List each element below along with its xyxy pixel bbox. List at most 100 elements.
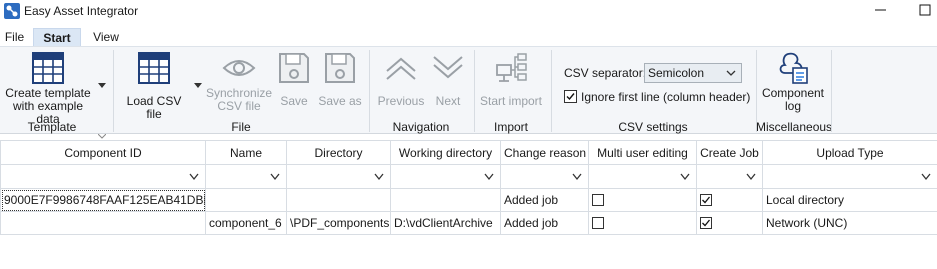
ribbon-divider (474, 50, 475, 132)
ignore-first-line-checkbox[interactable]: Ignore first line (column header) (564, 90, 750, 104)
filter-cell[interactable] (588, 164, 697, 189)
cell-create-job[interactable] (696, 211, 763, 235)
column-header-component-id[interactable]: Component ID (0, 140, 206, 165)
app-logo-icon (4, 3, 20, 19)
save-button[interactable]: Save (276, 51, 312, 108)
column-header-change-reason[interactable]: Change reason (500, 140, 589, 165)
start-import-button[interactable]: Start import (478, 51, 544, 108)
tab-file[interactable]: File (0, 28, 29, 47)
filter-cell[interactable] (390, 164, 501, 189)
create-job-checkbox[interactable] (700, 217, 712, 229)
column-header-multi-user-editing[interactable]: Multi user editing (588, 140, 697, 165)
minimize-icon[interactable] (873, 2, 889, 18)
ribbon-tab-bar: File Start View (0, 28, 937, 47)
save-as-button[interactable]: Save as (318, 51, 362, 108)
checkbox-box[interactable] (564, 90, 577, 103)
ribbon: Create template with example data Templa… (0, 46, 937, 134)
filter-chevron-icon[interactable] (189, 173, 199, 181)
group-label-import: Import (493, 120, 528, 134)
column-header-working-directory[interactable]: Working directory (390, 140, 501, 165)
multi-user-checkbox[interactable] (592, 194, 604, 206)
filter-row (0, 164, 937, 189)
group-label-miscellaneous: Miscellaneous (756, 120, 833, 134)
cell-directory[interactable] (286, 188, 391, 212)
title-bar: Easy Asset Integrator (0, 0, 937, 23)
filter-chevron-icon[interactable] (921, 173, 931, 181)
component-log-label-2: log (784, 99, 801, 113)
floppy-disk-icon (325, 53, 355, 83)
load-csv-dropdown-icon[interactable] (194, 83, 202, 88)
next-button[interactable]: Next (428, 51, 468, 108)
window-title: Easy Asset Integrator (24, 4, 139, 18)
previous-label: Previous (377, 94, 425, 108)
components-table: Component ID Name Directory Working dire… (0, 140, 937, 235)
filter-cell[interactable] (286, 164, 391, 189)
cell-create-job[interactable] (696, 188, 763, 212)
create-template-button[interactable]: Create template with example data (0, 51, 96, 126)
multi-user-checkbox[interactable] (592, 217, 604, 229)
checkmark-icon (702, 196, 711, 204)
cell-upload-type[interactable]: Network (UNC) (762, 211, 937, 235)
load-csv-button[interactable]: Load CSV file (118, 51, 190, 121)
cell-name[interactable] (205, 188, 287, 212)
table-row[interactable]: 9000E7F9986748FAAF125EAB41DBF24C Added j… (0, 188, 937, 212)
synchronize-csv-button[interactable]: Synchronize CSV file (206, 51, 272, 113)
component-log-button[interactable]: Component log (760, 51, 826, 113)
tab-view[interactable]: View (87, 28, 125, 47)
filter-chevron-icon[interactable] (680, 173, 690, 181)
synchronize-label-2: CSV file (217, 99, 261, 113)
ignore-first-line-label: Ignore first line (column header) (581, 90, 751, 104)
filter-chevron-icon[interactable] (374, 173, 384, 181)
save-label: Save (280, 94, 308, 108)
cell-directory[interactable]: \PDF_components (286, 211, 391, 235)
create-job-checkbox[interactable] (700, 194, 712, 206)
cell-working-directory[interactable]: D:\vdClientArchive (390, 211, 501, 235)
cell-multi-user-editing[interactable] (588, 188, 697, 212)
filter-cell[interactable] (205, 164, 287, 189)
table-row[interactable]: component_6 \PDF_components D:\vdClientA… (0, 211, 937, 235)
group-label-template: Template (27, 120, 77, 134)
cell-change-reason[interactable]: Added job (500, 188, 589, 212)
cell-upload-type[interactable]: Local directory (762, 188, 937, 212)
tab-start[interactable]: Start (33, 28, 81, 47)
load-csv-label: Load CSV file (126, 94, 182, 121)
data-grid: Component ID Name Directory Working dire… (0, 140, 937, 235)
column-header-directory[interactable]: Directory (286, 140, 391, 165)
filter-chevron-icon[interactable] (484, 173, 494, 181)
filter-chevron-icon[interactable] (270, 173, 280, 181)
chevron-down-icon (433, 56, 463, 79)
sort-indicator-icon (98, 134, 106, 139)
filter-cell[interactable] (0, 164, 206, 189)
eye-icon (222, 60, 256, 76)
cell-component-id[interactable]: 9000E7F9986748FAAF125EAB41DBF24C (0, 188, 206, 212)
checkmark-icon (566, 93, 575, 101)
column-header-name[interactable]: Name (205, 140, 287, 165)
maximize-icon[interactable] (917, 2, 933, 18)
import-network-icon (496, 53, 527, 82)
filter-cell[interactable] (762, 164, 937, 189)
filter-cell[interactable] (500, 164, 589, 189)
save-as-label: Save as (318, 94, 362, 108)
table-icon (32, 52, 64, 84)
floppy-disk-icon (279, 53, 309, 83)
column-header-upload-type[interactable]: Upload Type (762, 140, 937, 165)
filter-cell[interactable] (696, 164, 763, 189)
chevron-up-icon (386, 57, 416, 80)
cell-multi-user-editing[interactable] (588, 211, 697, 235)
checkmark-icon (702, 219, 711, 227)
cell-name[interactable]: component_6 (205, 211, 287, 235)
filter-chevron-icon[interactable] (572, 173, 582, 181)
previous-button[interactable]: Previous (376, 51, 426, 108)
cell-working-directory[interactable] (390, 188, 501, 212)
cell-component-id[interactable] (0, 211, 206, 235)
ribbon-divider (551, 50, 552, 132)
create-template-dropdown-icon[interactable] (98, 83, 106, 88)
column-header-create-job[interactable]: Create Job (696, 140, 763, 165)
log-book-icon (779, 52, 808, 84)
csv-separator-select[interactable]: Semicolon (644, 63, 742, 83)
filter-chevron-icon[interactable] (746, 173, 756, 181)
chevron-down-icon (726, 70, 736, 76)
ribbon-divider (113, 50, 114, 132)
cell-change-reason[interactable]: Added job (500, 211, 589, 235)
group-label-navigation: Navigation (392, 120, 450, 134)
